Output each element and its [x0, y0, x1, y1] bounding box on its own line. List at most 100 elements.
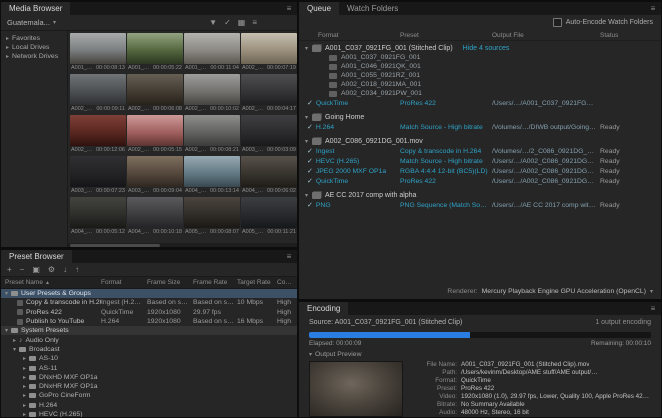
output-preset-link[interactable]: Match Source - High bitrate — [400, 124, 492, 131]
output-preset-link[interactable]: ProRes 422 — [400, 178, 492, 185]
output-format-link[interactable]: QuickTime — [316, 178, 348, 185]
output-file-link[interactable]: /Users/…/A001_C037_0921FG_001 (Stitched … — [492, 100, 600, 107]
preset-subfolder-row[interactable]: ▸AS-10 — [1, 354, 297, 363]
preset-group-row[interactable]: ▾User Presets & Groups — [1, 289, 297, 298]
clip-cell[interactable]: A002_C07...00:00:05:15 — [127, 115, 183, 155]
clip-cell[interactable]: A002_C03...00:00:06:08 — [127, 74, 183, 114]
preset-subfolder-row[interactable]: ▸DNxHR MXF OP1a — [1, 382, 297, 391]
new-group-icon[interactable]: ▣ — [32, 265, 40, 274]
output-file-link[interactable]: /Volumes/…/DIWB output/Going Home2.mp4 — [492, 124, 600, 131]
queue-source-row[interactable]: A002_C018_0921MA_001 — [299, 80, 661, 89]
output-format-link[interactable]: HEVC (H.265) — [316, 158, 359, 165]
output-checkbox-icon[interactable]: ✓ — [307, 157, 313, 165]
queue-source-row[interactable]: A001_C055_0921RZ_001 — [299, 71, 661, 80]
output-format-link[interactable]: PNG — [316, 202, 331, 209]
output-preview-section-header[interactable]: ▾ Output Preview — [309, 351, 651, 358]
column-output-file[interactable]: Output File — [492, 32, 600, 39]
output-file-link[interactable]: /Users/…/AE CC 2017 comp with alpha.png — [492, 202, 600, 209]
tree-item-network-drives[interactable]: ▸Network Drives — [1, 52, 67, 61]
clip-thumbnail[interactable] — [241, 74, 297, 105]
tab-queue[interactable]: Queue — [299, 2, 339, 15]
output-format-link[interactable]: JPEG 2000 MXF OP1a — [316, 168, 386, 175]
preset-row[interactable]: ProRes 422QuickTime1920x108029.97 fpsHig… — [1, 308, 297, 317]
clip-cell[interactable]: A003_C01...00:00:03:09 — [241, 115, 297, 155]
preset-subfolder-row[interactable]: ▸DNxHD MXF OP1a — [1, 373, 297, 382]
preset-subfolder-row[interactable]: ▸AS-11 — [1, 363, 297, 372]
options-icon[interactable]: ≡ — [252, 18, 257, 27]
location-dropdown[interactable]: Guatemala... ▾ — [7, 18, 56, 27]
output-checkbox-icon[interactable]: ✓ — [307, 167, 313, 175]
clip-cell[interactable]: A002_C08...00:00:08:21 — [184, 115, 240, 155]
queue-output-row[interactable]: ✓Ingest Copy & transcode in H.264/Volumes… — [299, 146, 661, 156]
output-file-link[interactable]: /Users/…/A002_C086_0921DG_001_1.mxf — [492, 168, 600, 175]
clip-cell[interactable]: A004_C01...00:00:13:14 — [184, 156, 240, 196]
tab-preset-browser[interactable]: Preset Browser — [1, 250, 72, 263]
tree-item-local-drives[interactable]: ▸Local Drives — [1, 43, 67, 52]
queue-group-header[interactable]: ▾A002_C086_0921DG_001.mov — [299, 136, 661, 146]
delete-preset-icon[interactable]: − — [20, 265, 25, 274]
clip-cell[interactable]: A003_C03...00:00:09:04 — [127, 156, 183, 196]
panel-menu-icon[interactable]: ≡ — [645, 302, 661, 315]
toggle-sources-link[interactable]: Hide 4 sources — [463, 45, 510, 52]
output-checkbox-icon[interactable]: ✓ — [307, 201, 313, 209]
column-comment[interactable]: Comm… — [277, 279, 297, 286]
filter-funnel-icon[interactable]: ▼ — [209, 18, 217, 27]
tab-encoding[interactable]: Encoding — [299, 302, 348, 315]
clip-cell[interactable]: A001_C03...00:00:08:13 — [70, 33, 126, 73]
clip-thumbnail[interactable] — [241, 156, 297, 187]
clip-cell[interactable]: A002_C05...00:00:04:17 — [241, 74, 297, 114]
output-format-link[interactable]: QuickTime — [316, 100, 348, 107]
import-preset-icon[interactable]: ↓ — [63, 265, 67, 274]
preset-settings-icon[interactable]: ⚙ — [48, 265, 55, 274]
queue-group-header[interactable]: ▾A001_C037_0921FG_001 (Stitched Clip)Hid… — [299, 43, 661, 53]
clip-cell[interactable]: A004_C03...00:00:05:12 — [70, 197, 126, 237]
output-checkbox-icon[interactable]: ✓ — [307, 99, 313, 107]
export-preset-icon[interactable]: ↑ — [75, 265, 79, 274]
output-checkbox-icon[interactable]: ✓ — [307, 123, 313, 131]
approved-filter-icon[interactable]: ✓ — [224, 18, 231, 27]
clip-thumbnail[interactable] — [184, 74, 240, 105]
output-preset-link[interactable]: PNG Sequence (Match Source) — [400, 202, 492, 209]
column-preset-name[interactable]: Preset Name▲ — [5, 279, 101, 286]
clip-thumbnail[interactable] — [70, 115, 126, 146]
clip-thumbnail[interactable] — [127, 33, 183, 64]
queue-output-row[interactable]: ✓JPEG 2000 MXF OP1a RGBA 4:4:4 12-bit (BC… — [299, 166, 661, 176]
clip-thumbnail[interactable] — [241, 197, 297, 228]
queue-output-row[interactable]: ✓HEVC (H.265) Match Source - High bitrate… — [299, 156, 661, 166]
column-target-rate[interactable]: Target Rate — [237, 279, 277, 286]
clip-thumbnail[interactable] — [127, 74, 183, 105]
clip-thumbnail[interactable] — [127, 197, 183, 228]
output-preset-link[interactable]: RGBA 4:4:4 12-bit (BC5)(LD) — [400, 168, 492, 175]
output-preset-link[interactable]: Copy & transcode in H.264 — [400, 148, 492, 155]
scrollbar-thumb[interactable] — [70, 244, 160, 247]
clip-thumbnail[interactable] — [70, 74, 126, 105]
tab-watch-folders[interactable]: Watch Folders — [339, 2, 406, 15]
column-frame-rate[interactable]: Frame Rate — [193, 279, 237, 286]
clip-thumbnail[interactable] — [241, 33, 297, 64]
queue-source-row[interactable]: A001_C037_0921FG_001 — [299, 53, 661, 62]
queue-output-row[interactable]: ✓H.264Match Source - High bitrate/Volume… — [299, 122, 661, 132]
output-preset-link[interactable]: Match Source - High bitrate — [400, 158, 492, 165]
clip-cell[interactable]: A002_C02...00:00:09:11 — [70, 74, 126, 114]
column-frame-size[interactable]: Frame Size — [147, 279, 193, 286]
output-preset-link[interactable]: ProRes 422 — [400, 100, 492, 107]
clip-cell[interactable]: A003_C02...00:00:07:23 — [70, 156, 126, 196]
clip-cell[interactable]: A005_C01...00:00:08:07 — [184, 197, 240, 237]
clip-cell[interactable]: A001_C05...00:00:11:04 — [184, 33, 240, 73]
output-file-link[interactable]: /Volumes/…/2_C086_0921DG_001.mov — [492, 148, 600, 155]
clip-thumbnail[interactable] — [70, 156, 126, 187]
clip-cell[interactable]: A004_C04...00:00:10:18 — [127, 197, 183, 237]
column-format[interactable]: Format — [101, 279, 147, 286]
clip-cell[interactable]: A005_C02...00:00:11:21 — [241, 197, 297, 237]
panel-menu-icon[interactable]: ≡ — [281, 250, 297, 263]
queue-output-row[interactable]: ✓PNG PNG Sequence (Match Source)/Users/…/… — [299, 200, 661, 210]
output-checkbox-icon[interactable]: ✓ — [307, 147, 313, 155]
tree-item-favorites[interactable]: ▸Favorites — [1, 34, 67, 43]
horizontal-scrollbar[interactable] — [68, 243, 297, 247]
output-format-link[interactable]: Ingest — [316, 148, 335, 155]
column-preset[interactable]: Preset — [400, 32, 492, 39]
preset-subfolder-row[interactable]: ▸GoPro CineForm — [1, 391, 297, 400]
preset-folder-row[interactable]: ▾Broadcast — [1, 345, 297, 354]
clip-thumbnail[interactable] — [184, 33, 240, 64]
clip-cell[interactable]: A002_C06...00:00:12:06 — [70, 115, 126, 155]
